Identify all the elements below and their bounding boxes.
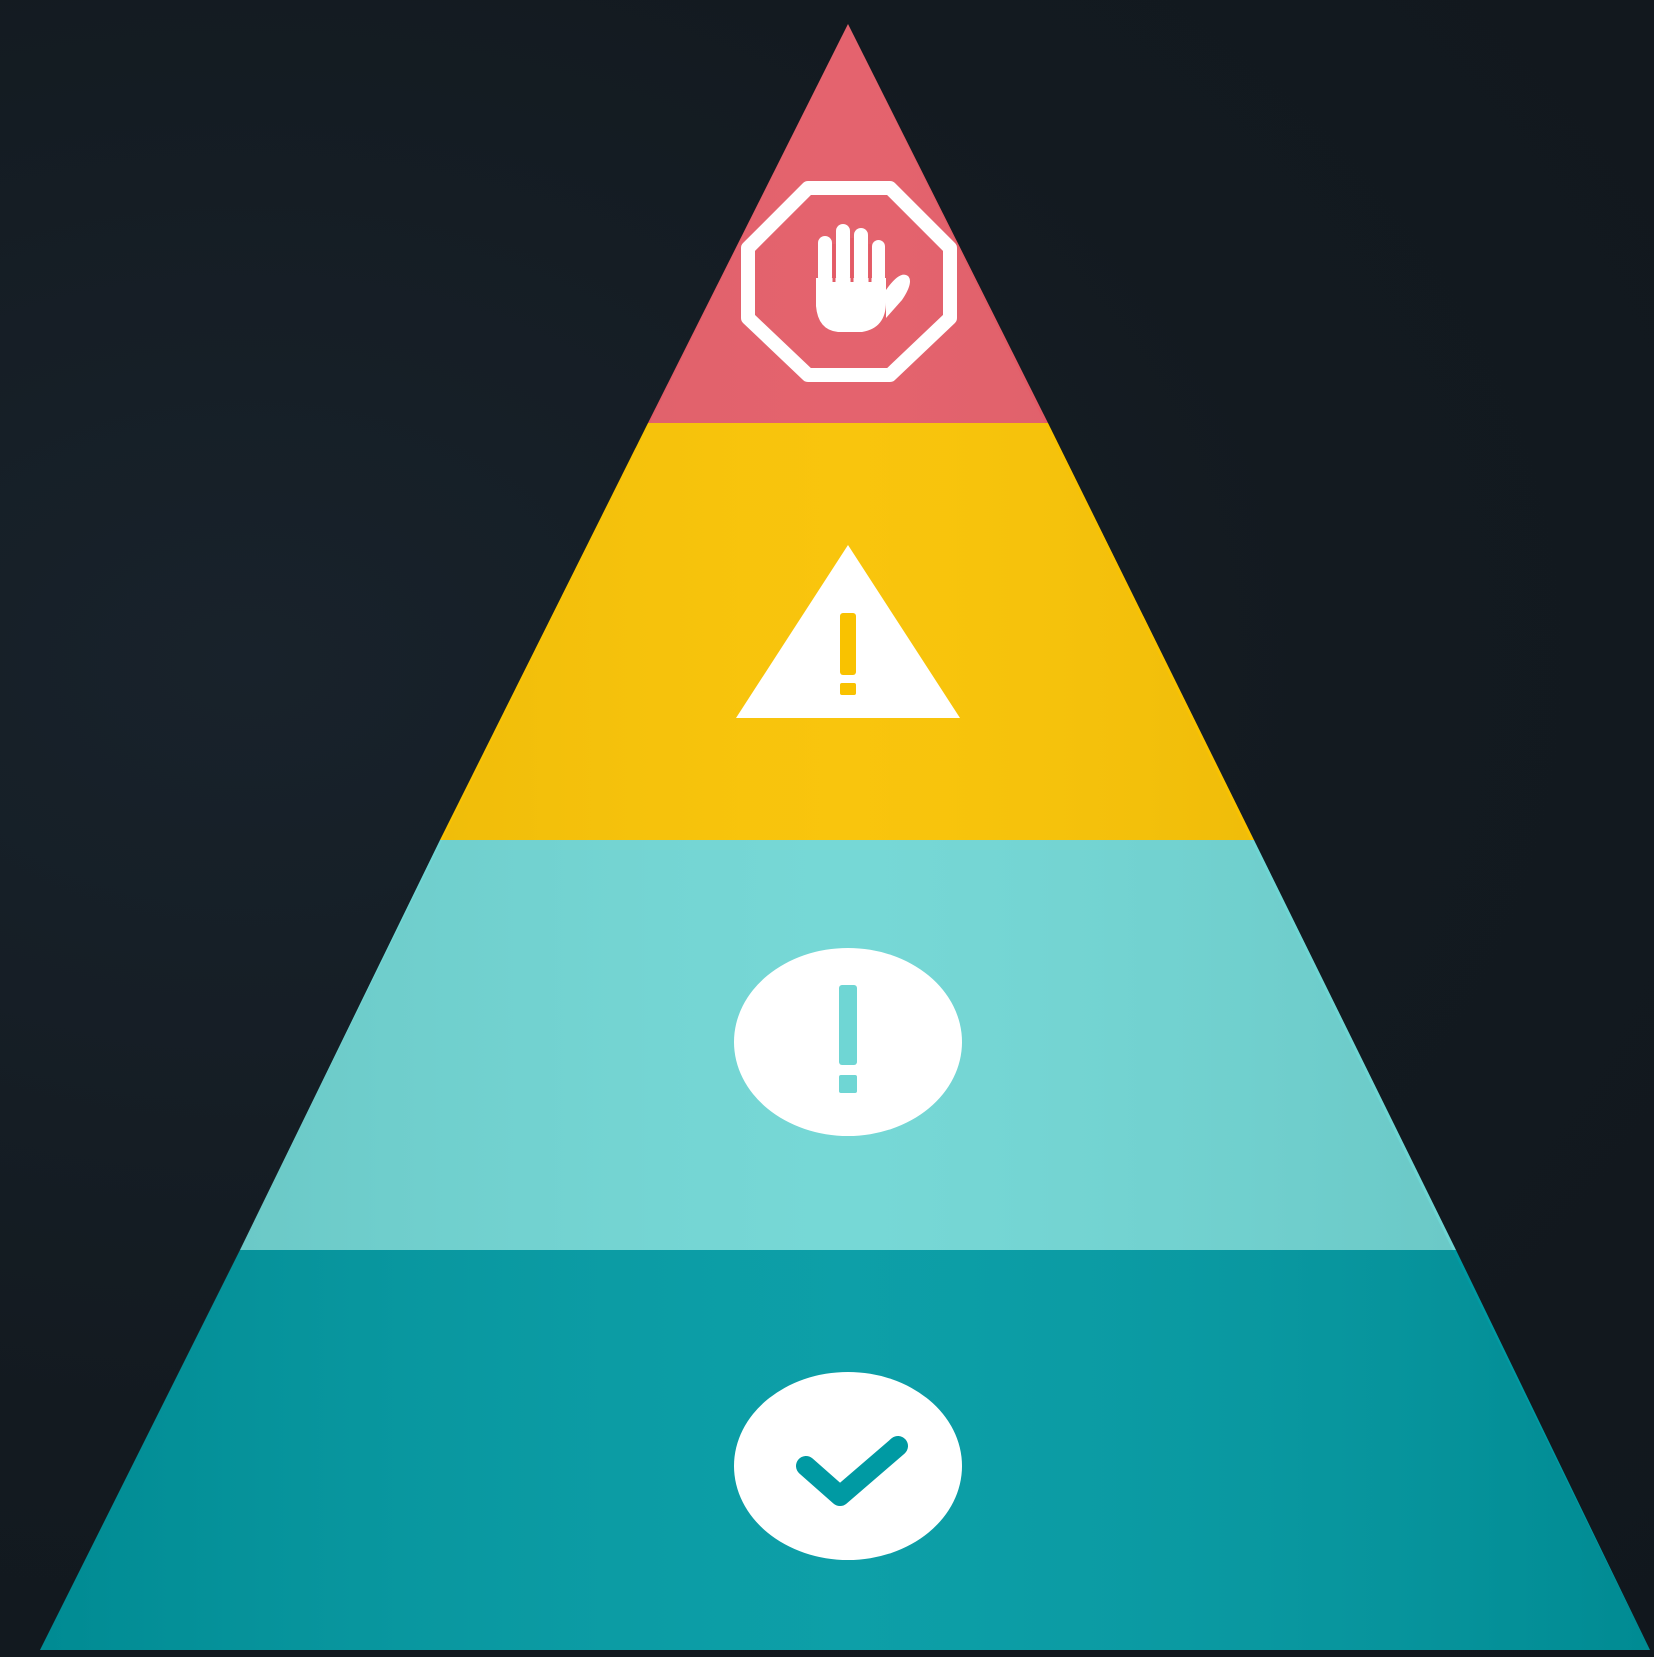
- info-exclamation-circle-icon: [734, 948, 962, 1136]
- diagram-canvas: [0, 0, 1654, 1657]
- check-circle-icon: [734, 1372, 962, 1560]
- risk-pyramid: [40, 24, 1650, 1650]
